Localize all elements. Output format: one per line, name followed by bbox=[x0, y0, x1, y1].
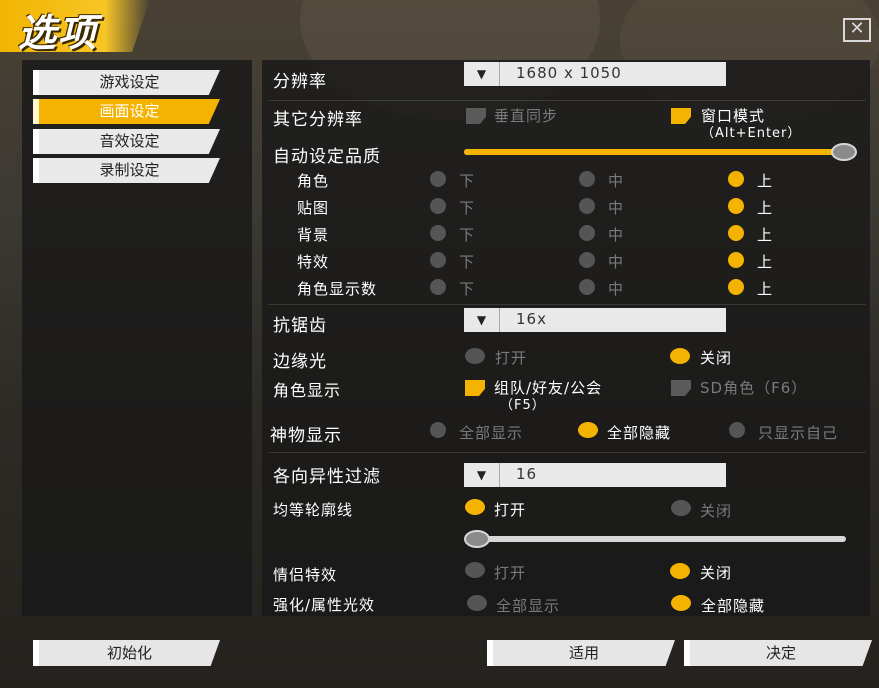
quality-mid-radio[interactable] bbox=[579, 171, 595, 187]
quality-low-radio[interactable] bbox=[430, 198, 446, 214]
resolution-value: 1680 x 1050 bbox=[516, 64, 622, 82]
quality-low-label: 下 bbox=[459, 172, 476, 190]
contour-slider-knob[interactable] bbox=[464, 530, 490, 548]
sidebar-item-graphics-settings[interactable]: 画面设定 bbox=[33, 99, 220, 124]
artifact-display-label: 神物显示 bbox=[270, 426, 342, 446]
quality-mid-label: 中 bbox=[608, 280, 625, 298]
antialias-label: 抗锯齿 bbox=[273, 316, 327, 336]
anisotropic-select[interactable]: ▼ 16 bbox=[464, 463, 726, 487]
couple-effect-off-radio[interactable] bbox=[670, 563, 690, 579]
antialias-select[interactable]: ▼ 16x bbox=[464, 308, 726, 332]
resolution-label: 分辨率 bbox=[273, 72, 327, 92]
anisotropic-value: 16 bbox=[516, 465, 538, 483]
contour-label: 均等轮廓线 bbox=[273, 501, 354, 519]
quality-row-label: 背景 bbox=[297, 226, 330, 244]
auto-quality-slider-fill bbox=[464, 149, 844, 155]
artifact-show-self-radio[interactable] bbox=[729, 422, 745, 438]
couple-effect-off-label: 关闭 bbox=[700, 564, 733, 582]
artifact-show-all-label: 全部显示 bbox=[459, 424, 524, 442]
quality-low-label: 下 bbox=[459, 226, 476, 244]
party-display-hint: （F5） bbox=[500, 398, 546, 413]
quality-mid-radio[interactable] bbox=[579, 225, 595, 241]
auto-quality-slider[interactable] bbox=[464, 149, 844, 155]
quality-low-label: 下 bbox=[459, 280, 476, 298]
apply-button[interactable]: 适用 bbox=[487, 640, 675, 666]
quality-high-label: 上 bbox=[757, 253, 774, 271]
edge-light-off-radio[interactable] bbox=[670, 348, 690, 364]
divider bbox=[268, 304, 866, 305]
divider bbox=[268, 100, 866, 101]
sidebar-item-game-settings[interactable]: 游戏设定 bbox=[33, 70, 220, 95]
anisotropic-label: 各向异性过滤 bbox=[273, 467, 381, 487]
couple-effect-on-radio[interactable] bbox=[465, 562, 485, 578]
artifact-show-self-label: 只显示自己 bbox=[758, 424, 839, 442]
quality-high-radio[interactable] bbox=[728, 225, 744, 241]
quality-mid-label: 中 bbox=[608, 253, 625, 271]
couple-effect-label: 情侣特效 bbox=[273, 566, 338, 584]
quality-mid-radio[interactable] bbox=[579, 279, 595, 295]
enhance-glow-label: 强化/属性光效 bbox=[273, 596, 376, 614]
edge-light-off-label: 关闭 bbox=[700, 349, 733, 367]
sidebar-item-record-settings[interactable]: 录制设定 bbox=[33, 158, 220, 183]
quality-row-label: 特效 bbox=[297, 253, 330, 271]
enhance-glow-show-radio[interactable] bbox=[467, 595, 487, 611]
quality-low-label: 下 bbox=[459, 253, 476, 271]
contour-slider[interactable] bbox=[466, 536, 846, 542]
artifact-show-all-radio[interactable] bbox=[430, 422, 446, 438]
quality-mid-label: 中 bbox=[608, 226, 625, 244]
resolution-select[interactable]: ▼ 1680 x 1050 bbox=[464, 62, 726, 86]
confirm-button[interactable]: 决定 bbox=[684, 640, 872, 666]
edge-light-on-radio[interactable] bbox=[465, 348, 485, 364]
quality-high-radio[interactable] bbox=[728, 198, 744, 214]
quality-high-label: 上 bbox=[757, 226, 774, 244]
windowed-mode-hint: （Alt+Enter） bbox=[701, 126, 802, 141]
quality-row-label: 角色 bbox=[297, 172, 330, 190]
contour-off-label: 关闭 bbox=[700, 502, 733, 520]
other-resolution-label: 其它分辨率 bbox=[273, 110, 363, 130]
chevron-down-icon: ▼ bbox=[464, 463, 500, 487]
quality-high-radio[interactable] bbox=[728, 252, 744, 268]
divider bbox=[268, 452, 866, 453]
quality-row-label: 贴图 bbox=[297, 199, 330, 217]
enhance-glow-show-label: 全部显示 bbox=[496, 597, 561, 615]
quality-low-label: 下 bbox=[459, 199, 476, 217]
contour-on-radio[interactable] bbox=[465, 499, 485, 515]
window-title: 选项 bbox=[18, 11, 99, 55]
quality-low-radio[interactable] bbox=[430, 171, 446, 187]
quality-row-label: 角色显示数 bbox=[297, 280, 378, 298]
sd-character-label: SD角色（F6） bbox=[700, 379, 808, 397]
quality-low-radio[interactable] bbox=[430, 225, 446, 241]
couple-effect-on-label: 打开 bbox=[494, 564, 527, 582]
quality-mid-radio[interactable] bbox=[579, 252, 595, 268]
reset-button[interactable]: 初始化 bbox=[33, 640, 220, 666]
chevron-down-icon: ▼ bbox=[464, 308, 500, 332]
quality-mid-label: 中 bbox=[608, 199, 625, 217]
quality-high-label: 上 bbox=[757, 280, 774, 298]
artifact-hide-all-label: 全部隐藏 bbox=[607, 424, 672, 442]
chevron-down-icon: ▼ bbox=[464, 62, 500, 86]
vsync-label: 垂直同步 bbox=[494, 107, 559, 125]
antialias-value: 16x bbox=[516, 310, 547, 328]
quality-high-label: 上 bbox=[757, 199, 774, 217]
close-icon[interactable]: ✕ bbox=[843, 18, 871, 42]
quality-low-radio[interactable] bbox=[430, 252, 446, 268]
quality-high-label: 上 bbox=[757, 172, 774, 190]
quality-low-radio[interactable] bbox=[430, 279, 446, 295]
artifact-hide-all-radio[interactable] bbox=[578, 422, 598, 438]
auto-quality-label: 自动设定品质 bbox=[273, 147, 381, 167]
sidebar-item-sound-settings[interactable]: 音效设定 bbox=[33, 129, 220, 154]
quality-high-radio[interactable] bbox=[728, 279, 744, 295]
contour-off-radio[interactable] bbox=[671, 500, 691, 516]
quality-mid-radio[interactable] bbox=[579, 198, 595, 214]
character-display-label: 角色显示 bbox=[273, 381, 342, 400]
edge-light-on-label: 打开 bbox=[495, 349, 528, 367]
quality-high-radio[interactable] bbox=[728, 171, 744, 187]
auto-quality-slider-knob[interactable] bbox=[831, 143, 857, 161]
enhance-glow-hide-radio[interactable] bbox=[671, 595, 691, 611]
enhance-glow-hide-label: 全部隐藏 bbox=[701, 597, 766, 615]
contour-on-label: 打开 bbox=[494, 501, 527, 519]
edge-light-label: 边缘光 bbox=[273, 352, 327, 372]
quality-mid-label: 中 bbox=[608, 172, 625, 190]
